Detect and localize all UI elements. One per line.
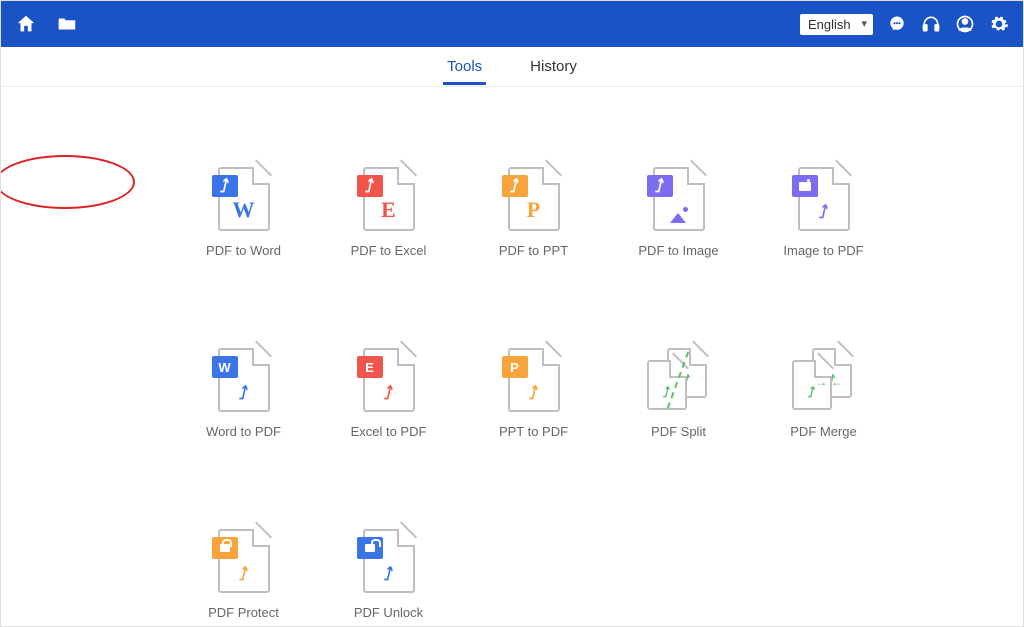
- word-letter-icon: W: [233, 197, 255, 222]
- pdf-glyph-icon: ⭜: [819, 202, 828, 222]
- ppt-badge-icon: P: [502, 356, 528, 378]
- pdf-to-word-icon: ⭜ W: [218, 167, 270, 231]
- tool-label: PDF to PPT: [499, 243, 568, 258]
- headphones-icon[interactable]: [921, 14, 941, 34]
- titlebar-right: English: [800, 14, 1009, 35]
- tool-label: PDF to Word: [206, 243, 281, 258]
- word-to-pdf-icon: W ⭜: [218, 348, 270, 412]
- tool-label: PDF to Image: [638, 243, 718, 258]
- pdf-protect-icon: ⭜: [218, 529, 270, 593]
- content-area: ⭜ W PDF to Word ⭜ E PDF to Excel ⭜ P PDF…: [1, 87, 1023, 626]
- pdf-badge-icon: ⭜: [647, 175, 673, 197]
- user-icon[interactable]: [955, 14, 975, 34]
- tool-pdf-unlock[interactable]: ⭜ PDF Unlock: [316, 529, 461, 620]
- tool-label: Image to PDF: [783, 243, 863, 258]
- ppt-letter-icon: P: [527, 197, 540, 222]
- tool-pdf-to-word[interactable]: ⭜ W PDF to Word: [171, 167, 316, 258]
- pdf-glyph-icon: ⭜: [239, 383, 248, 403]
- titlebar-left: [15, 13, 79, 35]
- pdf-badge-icon: ⭜: [357, 175, 383, 197]
- pdf-glyph-icon: ⭜: [239, 564, 248, 584]
- tool-ppt-to-pdf[interactable]: P ⭜ PPT to PDF: [461, 348, 606, 439]
- image-to-pdf-icon: ⭜: [798, 167, 850, 231]
- word-badge-icon: W: [212, 356, 238, 378]
- language-select[interactable]: English: [800, 14, 873, 35]
- excel-badge-icon: E: [357, 356, 383, 378]
- gear-icon[interactable]: [989, 14, 1009, 34]
- pdf-unlock-icon: ⭜: [363, 529, 415, 593]
- tool-pdf-protect[interactable]: ⭜ PDF Protect: [171, 529, 316, 620]
- tool-pdf-to-excel[interactable]: ⭜ E PDF to Excel: [316, 167, 461, 258]
- pdf-glyph-icon: ⭜: [529, 383, 538, 403]
- pdf-to-ppt-icon: ⭜ P: [508, 167, 560, 231]
- title-bar: English: [1, 1, 1023, 47]
- pdf-to-image-icon: ⭜: [653, 167, 705, 231]
- language-dropdown[interactable]: English: [800, 14, 873, 35]
- tab-bar: Tools History: [1, 47, 1023, 87]
- image-badge-icon: [792, 175, 818, 197]
- tool-pdf-split[interactable]: ⭜ ⭜ PDF Split: [606, 348, 751, 439]
- tool-label: PDF Split: [651, 424, 706, 439]
- tools-grid: ⭜ W PDF to Word ⭜ E PDF to Excel ⭜ P PDF…: [171, 167, 933, 620]
- pdf-split-icon: ⭜ ⭜: [647, 348, 711, 412]
- tab-history[interactable]: History: [526, 49, 581, 84]
- excel-letter-icon: E: [381, 197, 396, 222]
- chat-icon[interactable]: [887, 14, 907, 34]
- folder-icon[interactable]: [55, 13, 79, 35]
- tab-tools[interactable]: Tools: [443, 49, 486, 84]
- tool-label: Excel to PDF: [351, 424, 427, 439]
- lock-badge-icon: [212, 537, 238, 559]
- annotation-circle: [1, 155, 135, 209]
- unlock-badge-icon: [357, 537, 383, 559]
- tool-excel-to-pdf[interactable]: E ⭜ Excel to PDF: [316, 348, 461, 439]
- pdf-glyph-icon: ⭜: [384, 383, 393, 403]
- tool-pdf-to-ppt[interactable]: ⭜ P PDF to PPT: [461, 167, 606, 258]
- excel-to-pdf-icon: E ⭜: [363, 348, 415, 412]
- pdf-glyph-icon: ⭜: [384, 564, 393, 584]
- tool-label: PDF to Excel: [351, 243, 427, 258]
- tool-pdf-merge[interactable]: ⭜ ⭜ → ← PDF Merge: [751, 348, 896, 439]
- tool-word-to-pdf[interactable]: W ⭜ Word to PDF: [171, 348, 316, 439]
- tool-label: Word to PDF: [206, 424, 281, 439]
- app-window: English Tools History: [0, 0, 1024, 627]
- tool-label: PPT to PDF: [499, 424, 568, 439]
- merge-arrows-icon: → ←: [816, 378, 843, 386]
- home-icon[interactable]: [15, 13, 37, 35]
- image-glyph-icon: [668, 207, 690, 223]
- pdf-to-excel-icon: ⭜ E: [363, 167, 415, 231]
- tool-label: PDF Protect: [208, 605, 279, 620]
- pdf-merge-icon: ⭜ ⭜ → ←: [792, 348, 856, 412]
- pdf-badge-icon: ⭜: [212, 175, 238, 197]
- pdf-badge-icon: ⭜: [502, 175, 528, 197]
- tool-label: PDF Merge: [790, 424, 856, 439]
- tool-image-to-pdf[interactable]: ⭜ Image to PDF: [751, 167, 896, 258]
- ppt-to-pdf-icon: P ⭜: [508, 348, 560, 412]
- tool-pdf-to-image[interactable]: ⭜ PDF to Image: [606, 167, 751, 258]
- tool-label: PDF Unlock: [354, 605, 423, 620]
